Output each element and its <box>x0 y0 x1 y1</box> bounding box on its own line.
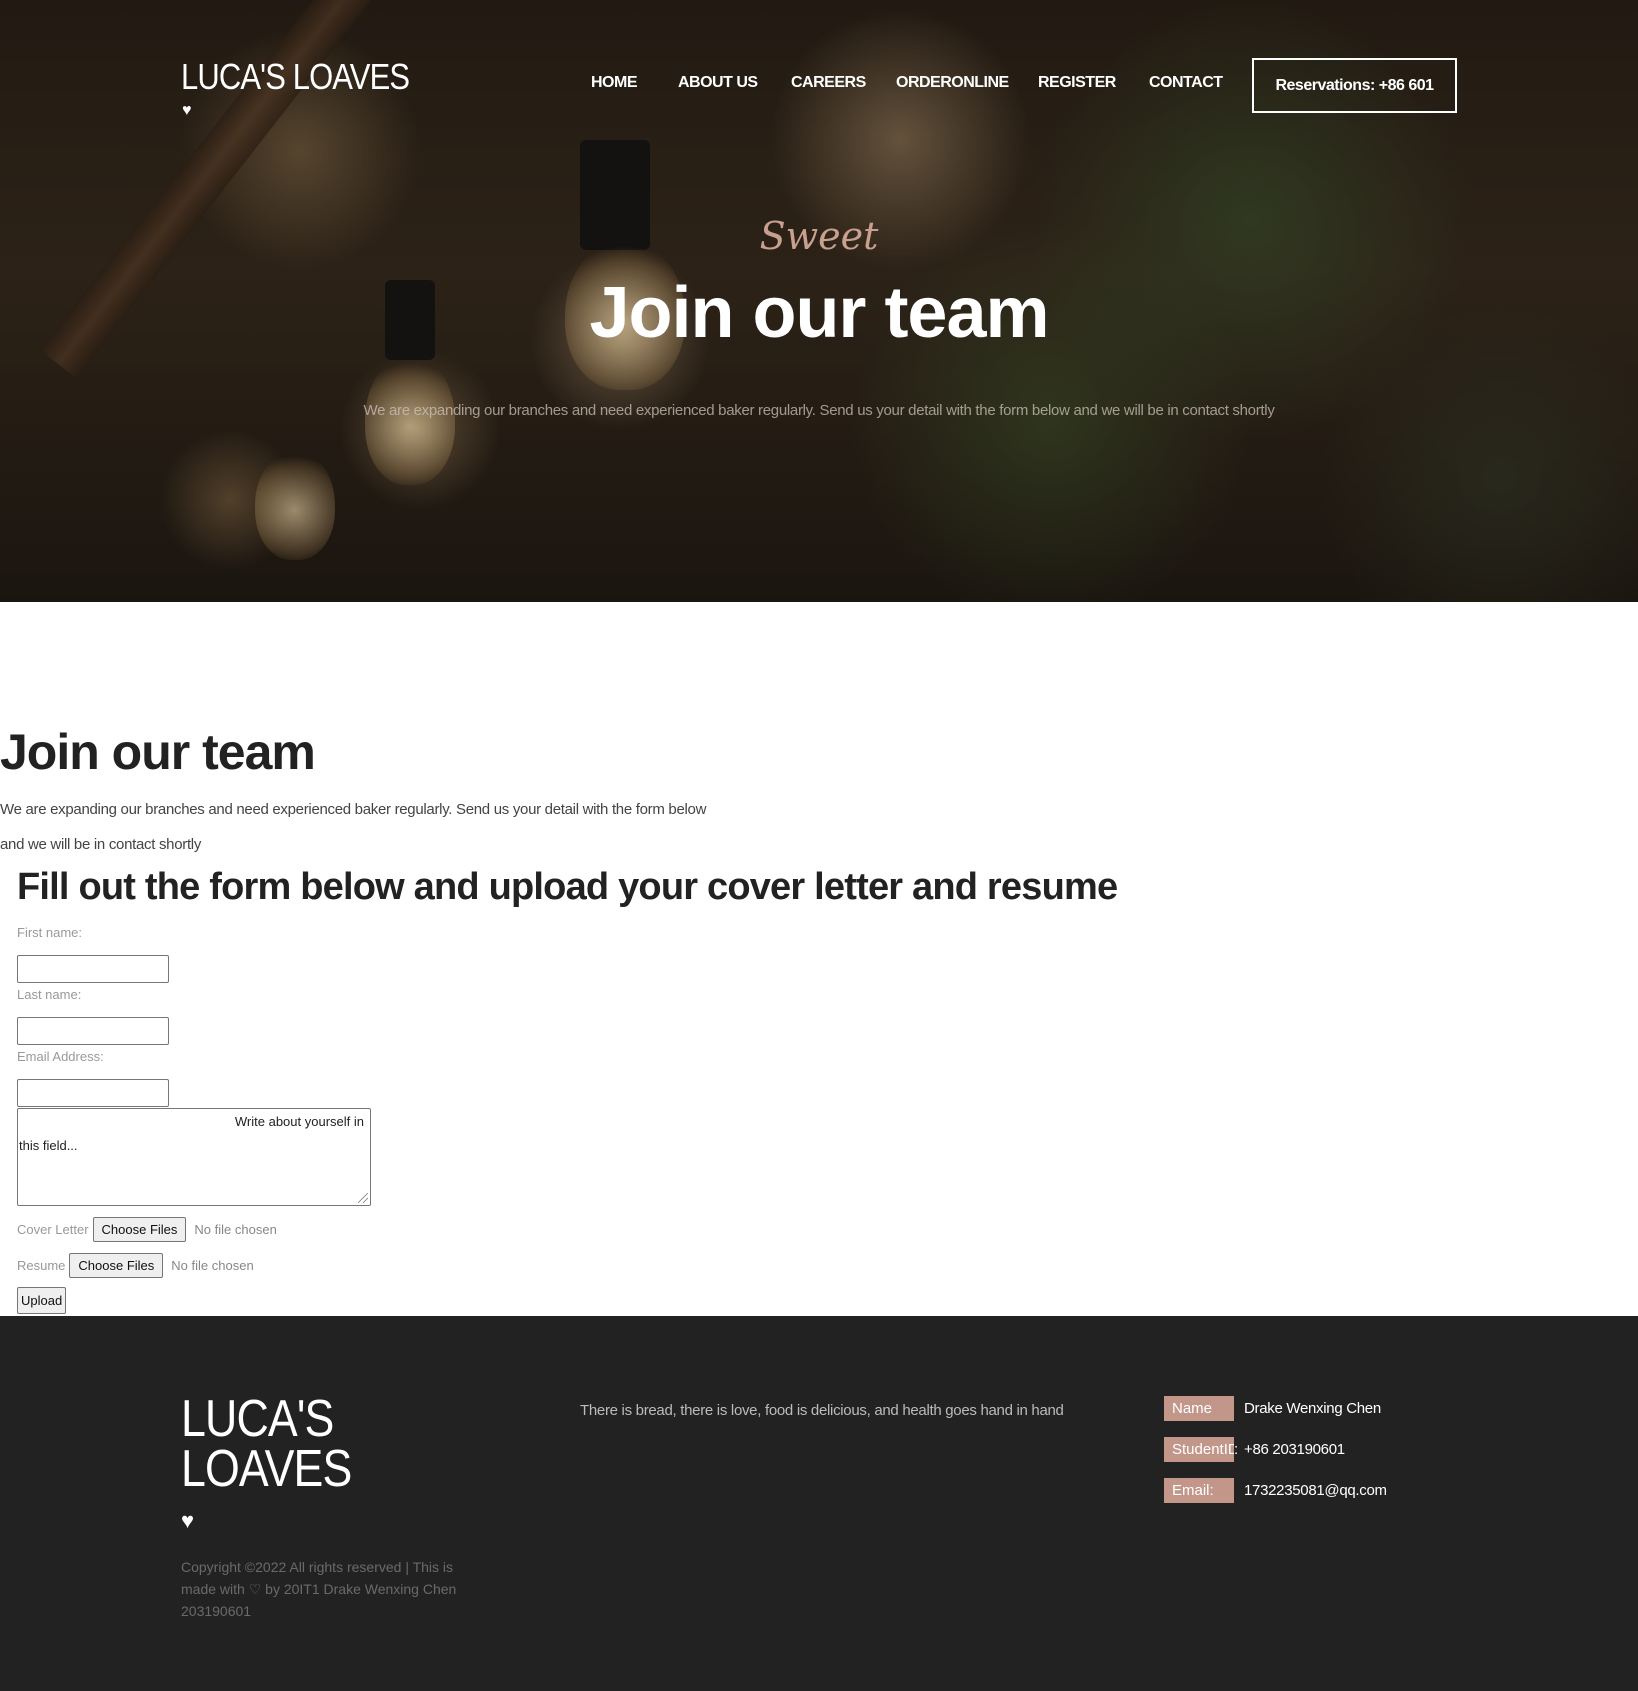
resize-handle-icon[interactable] <box>358 1193 368 1203</box>
info-value: +86 203190601 <box>1244 1441 1345 1458</box>
hero-section: LUCA'S LOAVES ♥ HOME ABOUT US CAREERS OR… <box>0 0 1638 602</box>
nav-order-online[interactable]: ORDERONLINE <box>896 74 1009 92</box>
copyright-line: made with <box>181 1581 245 1597</box>
nav-about-us[interactable]: ABOUT US <box>678 74 758 92</box>
nav-contact[interactable]: CONTACT <box>1149 74 1223 92</box>
first-name-input[interactable] <box>17 955 169 983</box>
copyright-text: Copyright ©2022 All rights reserved | Th… <box>181 1556 481 1622</box>
reservation-button[interactable]: Reservations: +86 601 <box>1252 58 1457 113</box>
cover-letter-row: Cover Letter Choose Files No file chosen <box>17 1215 277 1243</box>
footer-logo-line: LUCA'S <box>181 1390 334 1448</box>
form-title: Fill out the form below and upload your … <box>17 866 1118 908</box>
upload-button[interactable]: Upload <box>17 1287 67 1314</box>
first-name-label: First name: <box>17 925 83 940</box>
hero-title: Join our team <box>589 273 1049 353</box>
info-value: Drake Wenxing Chen <box>1244 1400 1381 1417</box>
email-input[interactable] <box>17 1079 169 1107</box>
info-colon: : <box>1234 1441 1239 1458</box>
last-name-label: Last name: <box>17 987 82 1002</box>
footer-logo[interactable]: LUCA'S LOAVES <box>181 1390 352 1498</box>
nav-register[interactable]: REGISTER <box>1038 74 1116 92</box>
intro-text: and we will be in contact shortly <box>0 836 202 853</box>
resume-row: Resume Choose Files No file chosen <box>17 1251 254 1279</box>
hero-bulb <box>255 450 335 560</box>
about-placeholder: this field... <box>19 1138 78 1153</box>
resume-choose-button[interactable]: Choose Files <box>69 1252 164 1278</box>
cover-letter-choose-button[interactable]: Choose Files <box>92 1216 187 1242</box>
info-label: Name <box>1164 1396 1234 1421</box>
cover-letter-label: Cover Letter <box>17 1221 89 1237</box>
hero-script-text: Sweet <box>759 214 879 258</box>
footer-logo-line: LOAVES <box>181 1440 352 1498</box>
footer: LUCA'S LOAVES ♥ Copyright ©2022 All righ… <box>0 1316 1638 1691</box>
email-label: Email Address: <box>17 1049 104 1064</box>
footer-tagline: There is bread, there is love, food is d… <box>580 1402 1064 1419</box>
intro-text: We are expanding our branches and need e… <box>0 801 707 818</box>
copyright-line: Copyright ©2022 All rights reserved | Th… <box>181 1559 454 1575</box>
footer-info-email: Email: 1732235081@qq.com <box>1164 1478 1387 1503</box>
info-value[interactable]: 1732235081@qq.com <box>1244 1482 1387 1499</box>
heart-icon: ♥ <box>182 102 192 119</box>
copyright-line: 203190601 <box>181 1603 252 1619</box>
page-title: Join our team <box>0 724 316 780</box>
hero-subtitle: We are expanding our branches and need e… <box>363 402 1275 419</box>
resume-status: No file chosen <box>171 1257 254 1273</box>
footer-info-name: Name Drake Wenxing Chen <box>1164 1396 1381 1421</box>
hero-bulb <box>365 355 455 485</box>
info-label: StudentID <box>1164 1437 1234 1462</box>
cover-letter-status: No file chosen <box>194 1221 277 1237</box>
brand-logo[interactable]: LUCA'S LOAVES <box>181 56 410 98</box>
nav-careers[interactable]: CAREERS <box>791 74 866 92</box>
info-label: Email: <box>1164 1478 1234 1503</box>
heart-icon: ♥ <box>181 1508 195 1533</box>
heart-outline-icon: ♡ <box>248 1581 262 1597</box>
resume-label: Resume <box>17 1257 66 1273</box>
about-placeholder: Write about yourself in <box>234 1114 364 1129</box>
nav-home[interactable]: HOME <box>591 74 638 92</box>
footer-info-student-id: StudentID : +86 203190601 <box>1164 1437 1345 1462</box>
about-textarea[interactable]: Write about yourself in this field... <box>17 1108 371 1206</box>
last-name-input[interactable] <box>17 1017 169 1045</box>
copyright-line: by 20IT1 Drake Wenxing Chen <box>265 1581 457 1597</box>
